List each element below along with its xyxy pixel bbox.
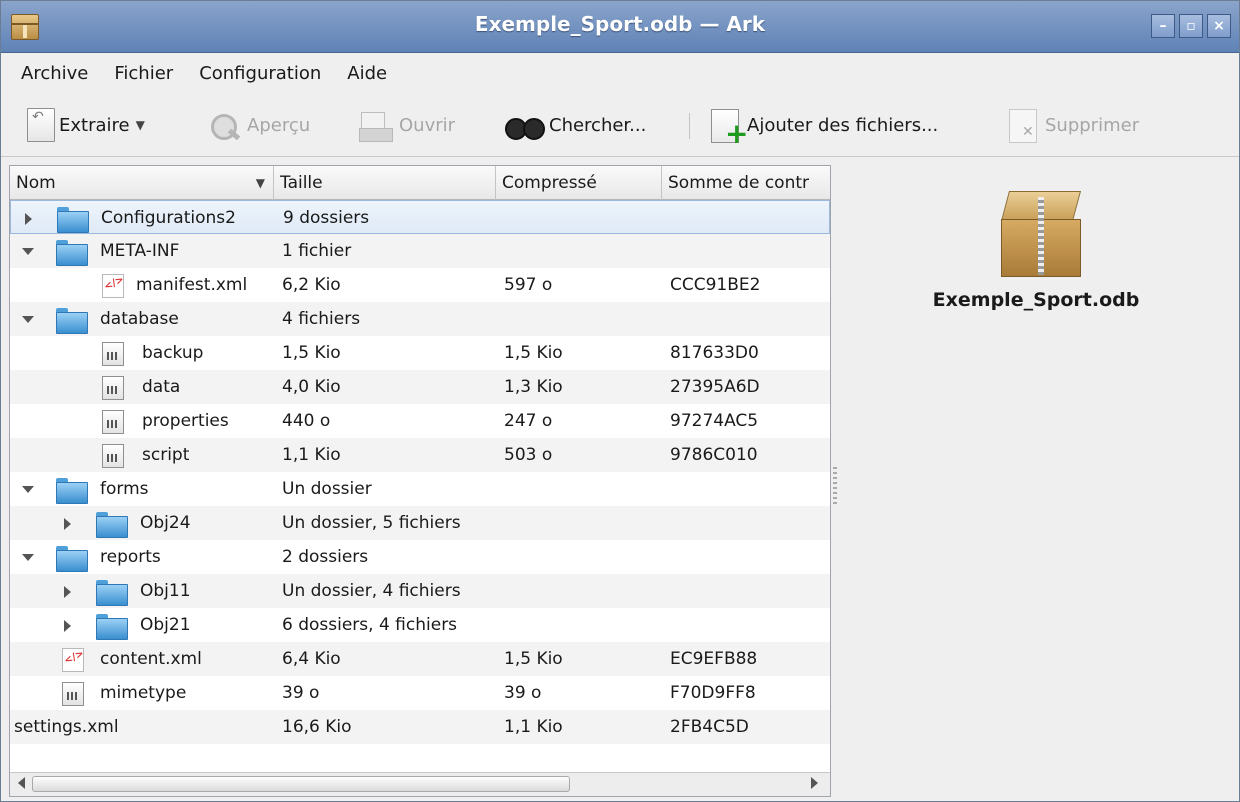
collapse-arrow-icon[interactable] <box>22 554 34 561</box>
extract-dropdown-icon[interactable]: ▼ <box>136 118 145 132</box>
table-row[interactable]: Obj24 Un dossier, 5 fichiers <box>10 506 830 540</box>
open-button[interactable]: Ouvrir <box>357 107 455 143</box>
preview-button[interactable]: Aperçu <box>207 107 310 143</box>
scroll-left-icon[interactable] <box>18 777 25 789</box>
menu-bar: Archive Fichier Configuration Aide <box>1 54 1239 92</box>
collapse-arrow-icon[interactable] <box>22 316 34 323</box>
column-header-name[interactable]: Nom ▼ <box>10 166 274 200</box>
menu-aide[interactable]: Aide <box>347 63 387 84</box>
scrollbar-thumb[interactable] <box>32 776 570 792</box>
sort-down-icon: ▼ <box>255 176 265 190</box>
column-header-compressed[interactable]: Compressé <box>496 166 662 200</box>
preview-label: Aperçu <box>247 114 311 136</box>
table-row[interactable]: manifest.xml 6,2 Kio 597 o CCC91BE2 <box>10 268 830 302</box>
expand-arrow-icon[interactable] <box>25 213 32 225</box>
delete-label: Supprimer <box>1045 114 1140 136</box>
binary-file-icon <box>102 376 124 400</box>
table-row[interactable]: properties 440 o 247 o 97274AC5 <box>10 404 830 438</box>
table-row[interactable]: mimetype 39 o 39 o F70D9FF8 <box>10 676 830 710</box>
table-row[interactable]: content.xml 6,4 Kio 1,5 Kio EC9EFB88 <box>10 642 830 676</box>
expand-arrow-icon[interactable] <box>64 586 71 598</box>
list-header: Nom ▼ Taille Compressé Somme de contr <box>10 166 830 200</box>
open-label: Ouvrir <box>399 114 456 136</box>
archive-file-list[interactable]: Nom ▼ Taille Compressé Somme de contr Con… <box>9 165 831 797</box>
binary-file-icon <box>102 410 124 434</box>
table-row[interactable]: forms Un dossier <box>10 472 830 506</box>
add-files-label: Ajouter des fichiers... <box>747 114 939 136</box>
binary-file-icon <box>62 682 84 706</box>
info-panel: Exemple_Sport.odb <box>839 165 1233 797</box>
folder-icon <box>96 580 128 606</box>
pane-splitter-handle[interactable] <box>833 467 837 507</box>
find-button[interactable]: Chercher... <box>503 107 646 143</box>
table-row[interactable]: data 4,0 Kio 1,3 Kio 27395A6D <box>10 370 830 404</box>
table-row[interactable]: script 1,1 Kio 503 o 9786C010 <box>10 438 830 472</box>
table-row[interactable]: META-INF 1 fichier <box>10 234 830 268</box>
table-row[interactable]: Obj11 Un dossier, 4 fichiers <box>10 574 830 608</box>
table-row[interactable]: settings.xml 16,6 Kio 1,1 Kio 2FB4C5D <box>10 710 830 744</box>
folder-icon <box>56 478 88 504</box>
folder-icon <box>96 512 128 538</box>
menu-archive[interactable]: Archive <box>21 63 88 84</box>
table-row[interactable]: database 4 fichiers <box>10 302 830 336</box>
magnifier-icon <box>207 108 243 142</box>
xml-file-icon <box>102 274 124 298</box>
binary-file-icon <box>102 342 124 366</box>
folder-icon <box>56 546 88 572</box>
find-label: Chercher... <box>549 114 647 136</box>
column-header-checksum[interactable]: Somme de contr <box>662 166 830 200</box>
collapse-arrow-icon[interactable] <box>22 486 34 493</box>
table-row[interactable]: backup 1,5 Kio 1,5 Kio 817633D0 <box>10 336 830 370</box>
delete-file-icon <box>1007 107 1041 143</box>
extract-icon <box>27 108 55 142</box>
table-row[interactable]: Obj21 6 dossiers, 4 fichiers <box>10 608 830 642</box>
menu-fichier[interactable]: Fichier <box>114 63 173 84</box>
folder-icon <box>96 614 128 640</box>
archive-filename: Exemple_Sport.odb <box>932 289 1140 311</box>
minimize-button[interactable]: – <box>1151 14 1175 38</box>
folder-icon <box>56 240 88 266</box>
column-header-size[interactable]: Taille <box>274 166 496 200</box>
delete-button[interactable]: Supprimer <box>1007 107 1139 143</box>
table-row[interactable]: reports 2 dossiers <box>10 540 830 574</box>
extract-label: Extraire <box>59 114 130 136</box>
toolbar: Extraire ▼ Aperçu Ouvrir Chercher... Ajo… <box>1 93 1239 157</box>
open-document-icon <box>357 108 395 142</box>
xml-file-icon <box>62 648 84 672</box>
add-file-icon <box>709 107 748 150</box>
ark-window: Exemple_Sport.odb — Ark – ▫ × Archive Fi… <box>0 0 1240 802</box>
binary-file-icon <box>102 444 124 468</box>
window-title: Exemple_Sport.odb — Ark <box>474 12 766 36</box>
folder-icon <box>56 308 88 334</box>
menu-configuration[interactable]: Configuration <box>199 63 321 84</box>
toolbar-separator <box>689 113 690 139</box>
collapse-arrow-icon[interactable] <box>22 248 34 255</box>
add-files-button[interactable]: Ajouter des fichiers... <box>709 107 939 150</box>
maximize-button[interactable]: ▫ <box>1179 14 1203 38</box>
binoculars-icon <box>503 110 545 140</box>
table-row[interactable]: Configurations2 9 dossiers <box>10 200 830 234</box>
title-bar[interactable]: Exemple_Sport.odb — Ark – ▫ × <box>1 1 1239 53</box>
expand-arrow-icon[interactable] <box>64 518 71 530</box>
archive-box-icon <box>997 191 1085 277</box>
close-button[interactable]: × <box>1207 14 1231 38</box>
folder-icon <box>57 207 89 233</box>
extract-button[interactable]: Extraire ▼ <box>27 107 145 143</box>
scroll-right-icon[interactable] <box>811 777 818 789</box>
horizontal-scrollbar[interactable] <box>10 772 830 796</box>
expand-arrow-icon[interactable] <box>64 620 71 632</box>
